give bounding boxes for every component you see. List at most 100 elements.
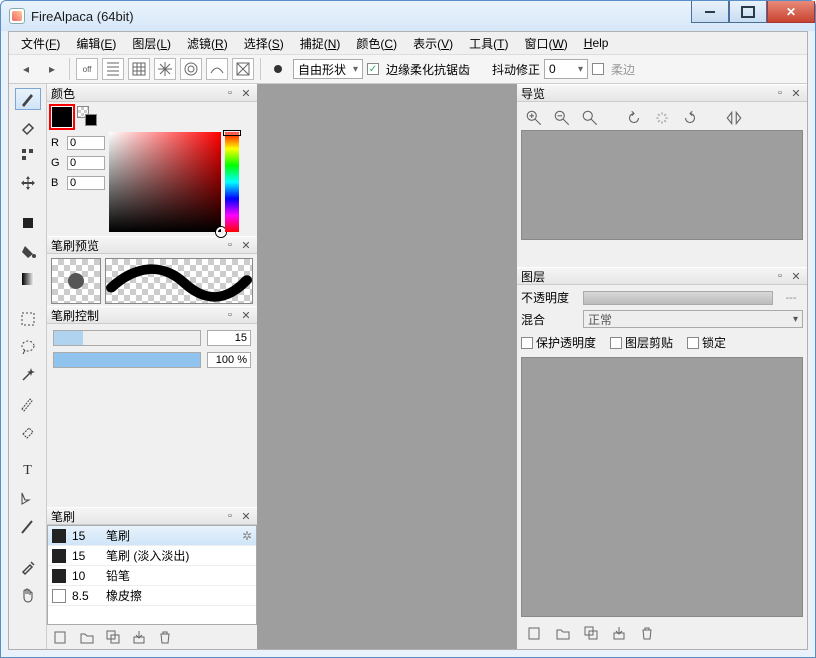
add-layer-button[interactable] — [527, 625, 543, 641]
select-rect-tool[interactable] — [15, 308, 41, 330]
brush-size-value[interactable]: 15 — [207, 330, 251, 346]
stabilizer-select[interactable]: 0 — [544, 59, 588, 79]
select-eraser-tool[interactable] — [15, 420, 41, 442]
brush-list-item[interactable]: 8.5橡皮擦 — [48, 586, 256, 606]
brush-opacity-value[interactable]: 100 % — [207, 352, 251, 368]
brush-list-item[interactable]: 15笔刷✲ — [48, 526, 256, 546]
shape-mode-select[interactable]: 自由形状 — [293, 59, 363, 79]
nav-prev-button[interactable]: ◂ — [15, 58, 37, 80]
lock-checkbox[interactable] — [687, 337, 699, 349]
g-input[interactable] — [67, 156, 105, 170]
import-brush-button[interactable] — [131, 629, 147, 645]
gradient-tool[interactable] — [15, 268, 41, 290]
navigator-view[interactable] — [521, 130, 803, 240]
canvas-area[interactable] — [257, 84, 517, 649]
panel-close-icon[interactable]: ✕ — [239, 308, 253, 322]
divide-tool[interactable] — [15, 516, 41, 538]
snap-vanish-button[interactable] — [232, 58, 254, 80]
lasso-tool[interactable] — [15, 336, 41, 358]
magic-wand-tool[interactable] — [15, 364, 41, 386]
panel-undock-icon[interactable]: ▫ — [223, 509, 237, 523]
layer-list[interactable] — [521, 357, 803, 617]
eraser-tool[interactable] — [15, 116, 41, 138]
menu-t[interactable]: 工具(T) — [463, 33, 514, 54]
duplicate-layer-button[interactable] — [583, 625, 599, 641]
text-tool[interactable]: T — [15, 460, 41, 482]
soft-edge-checkbox[interactable] — [592, 63, 604, 75]
panel-undock-icon[interactable]: ▫ — [223, 86, 237, 100]
menu-l[interactable]: 图层(L) — [126, 33, 177, 54]
select-pen-tool[interactable] — [15, 392, 41, 414]
protect-alpha-checkbox[interactable] — [521, 337, 533, 349]
menu-f[interactable]: 文件(F) — [15, 33, 66, 54]
layers-header[interactable]: 图层 ▫ ✕ — [517, 267, 807, 285]
add-brush-folder-button[interactable] — [79, 629, 95, 645]
color-field[interactable] — [109, 132, 221, 232]
color-panel-header[interactable]: 颜色 ▫ ✕ — [47, 84, 257, 102]
swap-colors-icon[interactable] — [77, 106, 97, 126]
menu-c[interactable]: 颜色(C) — [350, 33, 403, 54]
rotate-reset-button[interactable] — [653, 109, 671, 127]
brush-tool[interactable] — [15, 88, 41, 110]
window-close-button[interactable] — [767, 1, 815, 23]
menu-help[interactable]: Help — [578, 34, 615, 52]
rotate-right-button[interactable] — [681, 109, 699, 127]
move-tool[interactable] — [15, 172, 41, 194]
brush-preview-header[interactable]: 笔刷预览 ▫ ✕ — [47, 236, 257, 254]
object-tool[interactable] — [15, 488, 41, 510]
fill-tool[interactable] — [15, 212, 41, 234]
layer-opacity-slider[interactable] — [583, 291, 773, 305]
snap-circle-button[interactable] — [180, 58, 202, 80]
snap-radial-button[interactable] — [154, 58, 176, 80]
add-layer-folder-button[interactable] — [555, 625, 571, 641]
rotate-left-button[interactable] — [625, 109, 643, 127]
b-input[interactable] — [67, 176, 105, 190]
bucket-tool[interactable] — [15, 240, 41, 262]
panel-close-icon[interactable]: ✕ — [789, 269, 803, 283]
menu-s[interactable]: 选择(S) — [238, 33, 290, 54]
clipping-checkbox[interactable] — [610, 337, 622, 349]
menu-n[interactable]: 捕捉(N) — [294, 33, 347, 54]
add-brush-button[interactable] — [53, 629, 69, 645]
hue-slider[interactable] — [225, 132, 239, 232]
menu-e[interactable]: 编辑(E) — [70, 33, 122, 54]
nav-next-button[interactable]: ▸ — [41, 58, 63, 80]
window-maximize-button[interactable] — [729, 1, 767, 23]
panel-close-icon[interactable]: ✕ — [239, 509, 253, 523]
navigator-header[interactable]: 导览 ▫ ✕ — [517, 84, 807, 102]
r-input[interactable] — [67, 136, 105, 150]
menu-r[interactable]: 滤镜(R) — [181, 33, 234, 54]
zoom-out-button[interactable] — [553, 109, 571, 127]
hand-tool[interactable] — [15, 584, 41, 606]
brush-list[interactable]: 15笔刷✲15笔刷 (淡入淡出)10铅笔8.5橡皮擦 — [47, 525, 257, 625]
brush-list-item[interactable]: 10铅笔 — [48, 566, 256, 586]
antialias-checkbox[interactable] — [367, 63, 379, 75]
gear-icon[interactable]: ✲ — [242, 529, 252, 543]
panel-close-icon[interactable]: ✕ — [239, 86, 253, 100]
panel-undock-icon[interactable]: ▫ — [773, 269, 787, 283]
panel-close-icon[interactable]: ✕ — [789, 86, 803, 100]
panel-undock-icon[interactable]: ▫ — [223, 238, 237, 252]
panel-undock-icon[interactable]: ▫ — [773, 86, 787, 100]
titlebar[interactable]: FireAlpaca (64bit) — [1, 1, 815, 31]
brush-size-slider[interactable] — [53, 330, 201, 346]
blend-mode-select[interactable]: 正常 — [583, 310, 803, 328]
delete-brush-button[interactable] — [157, 629, 173, 645]
snap-curve-button[interactable] — [206, 58, 228, 80]
snap-off-button[interactable]: off — [76, 58, 98, 80]
panel-close-icon[interactable]: ✕ — [239, 238, 253, 252]
brush-control-header[interactable]: 笔刷控制 ▫ ✕ — [47, 306, 257, 324]
brush-opacity-slider[interactable] — [53, 352, 201, 368]
delete-layer-button[interactable] — [639, 625, 655, 641]
snap-parallel-button[interactable] — [102, 58, 124, 80]
snap-grid-button[interactable] — [128, 58, 150, 80]
dot-tool[interactable] — [15, 144, 41, 166]
foreground-color-swatch[interactable] — [51, 106, 73, 128]
brush-list-item[interactable]: 15笔刷 (淡入淡出) — [48, 546, 256, 566]
eyedropper-tool[interactable] — [15, 556, 41, 578]
zoom-in-button[interactable] — [525, 109, 543, 127]
window-minimize-button[interactable] — [691, 1, 729, 23]
duplicate-brush-button[interactable] — [105, 629, 121, 645]
menu-v[interactable]: 表示(V) — [407, 33, 459, 54]
menu-w[interactable]: 窗口(W) — [518, 33, 573, 54]
